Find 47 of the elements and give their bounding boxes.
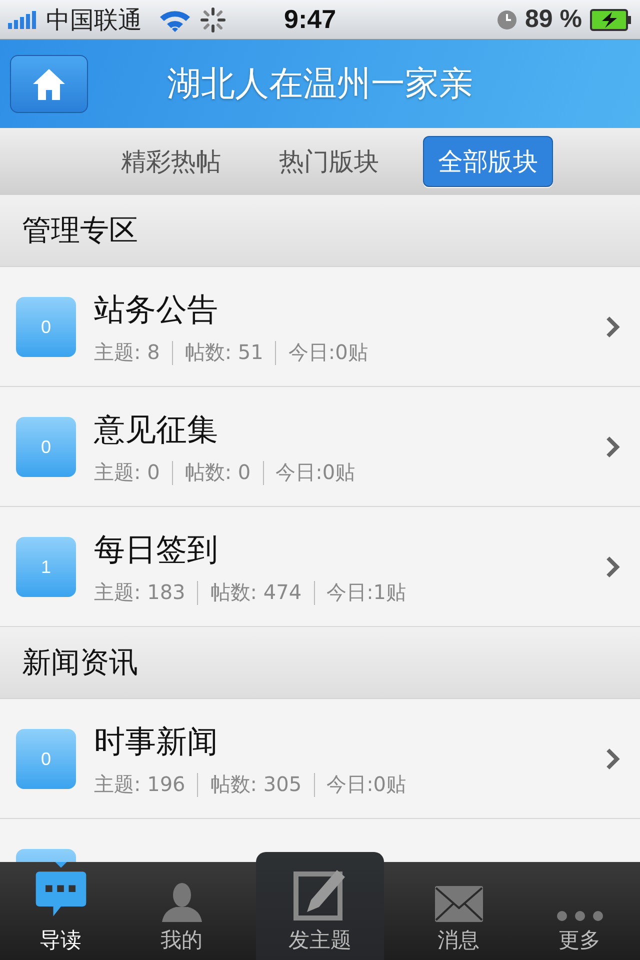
topic-count: 主题: 0 <box>94 459 160 486</box>
forum-title: 湖北人在温州一家亲 <box>166 63 474 106</box>
signal-icon <box>8 10 38 30</box>
count-badge: 0 <box>16 297 76 357</box>
tab-bar-item[interactable]: 发主题 <box>256 852 384 960</box>
today-count: 今日:0贴 <box>288 339 368 366</box>
segment-tab[interactable]: 全部版块 <box>423 136 553 187</box>
carrier-name: 中国联通 <box>46 4 142 36</box>
post-count: 帖数: 474 <box>210 579 302 606</box>
count-badge: 0 <box>16 729 76 789</box>
more-icon <box>556 910 604 922</box>
today-count: 今日:1贴 <box>326 579 406 606</box>
topic-count: 主题: 8 <box>94 339 160 366</box>
section-header: 管理专区 <box>0 195 640 267</box>
segment-tab[interactable]: 精彩热帖 <box>107 137 235 186</box>
count-badge: 1 <box>16 537 76 597</box>
tab-bar-item[interactable]: 导读 <box>0 862 121 960</box>
chevron-icon <box>606 556 620 578</box>
board-name: 每日签到 <box>94 531 219 570</box>
home-button[interactable] <box>10 55 88 113</box>
battery-percent: 89 % <box>525 5 582 34</box>
activity-spinner-icon <box>200 6 226 32</box>
topic-count: 主题: 183 <box>94 579 186 606</box>
post-count: 帖数: 0 <box>184 459 251 486</box>
home-icon <box>31 67 67 101</box>
tab-bar-item[interactable]: 更多 <box>519 862 640 960</box>
tab-bar-item[interactable]: 我的 <box>121 862 242 960</box>
board-name: 时事新闻 <box>94 723 219 762</box>
tab-bar-item[interactable]: 消息 <box>398 862 519 960</box>
count-badge: 0 <box>16 417 76 477</box>
chevron-icon <box>606 436 620 458</box>
post-count: 帖数: 305 <box>210 771 302 798</box>
post-count: 帖数: 51 <box>184 339 264 366</box>
board-name: 意见征集 <box>94 411 219 450</box>
chevron-icon <box>606 748 620 770</box>
person-icon <box>160 882 204 922</box>
section-header: 新闻资讯 <box>0 627 640 699</box>
today-count: 今日:0贴 <box>326 771 406 798</box>
battery-charging-icon <box>590 8 632 30</box>
envelope-icon <box>434 886 482 922</box>
alarm-clock-icon <box>497 10 518 30</box>
board-name: 站务公告 <box>94 291 219 330</box>
clock-time: 9:47 <box>284 4 336 35</box>
topic-count: 主题: 196 <box>94 771 186 798</box>
today-count: 今日:0贴 <box>276 459 356 486</box>
segment-tab[interactable]: 热门版块 <box>265 137 393 186</box>
chevron-icon <box>606 316 620 338</box>
